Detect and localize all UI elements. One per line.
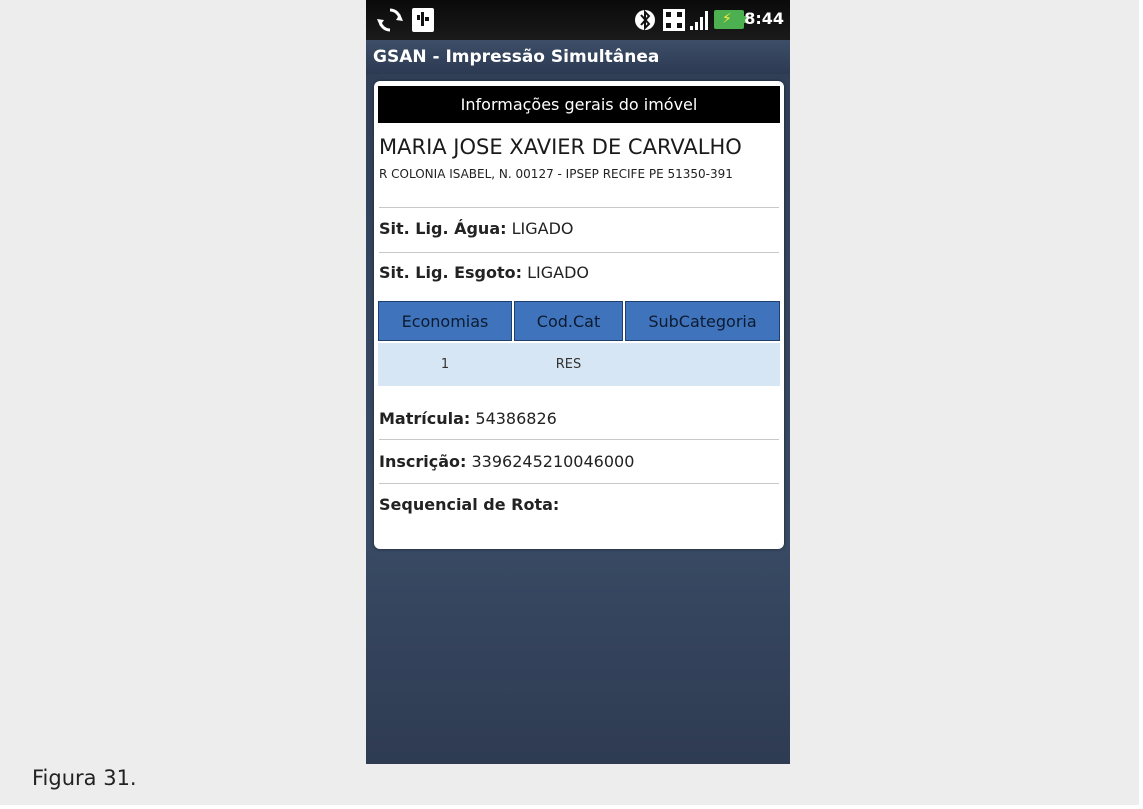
sequencial-rota-label: Sequencial de Rota: xyxy=(379,495,560,514)
address: R COLONIA ISABEL, N. 00127 - IPSEP RECIF… xyxy=(379,167,733,181)
divider xyxy=(379,252,779,253)
matricula-field: Matrícula: 54386826 xyxy=(379,409,557,428)
column-header-economias: Economias xyxy=(378,301,512,341)
signal-icon xyxy=(688,6,716,34)
sequencial-rota-field: Sequencial de Rota: xyxy=(379,495,559,514)
divider xyxy=(379,439,779,440)
inscricao-label: Inscrição: xyxy=(379,452,467,471)
inscricao-value: 3396245210046000 xyxy=(471,452,635,471)
table-row: 1 RES xyxy=(378,343,780,386)
column-header-subcategoria: SubCategoria xyxy=(625,301,780,341)
water-connection-value: LIGADO xyxy=(511,219,574,238)
battery-charging-icon: ⚡ xyxy=(714,10,748,29)
sewer-connection-label: Sit. Lig. Esgoto: xyxy=(379,263,523,282)
card-header: Informações gerais do imóvel xyxy=(378,86,780,123)
cell-cod-cat: RES xyxy=(555,357,582,372)
bluetooth-icon xyxy=(634,6,662,34)
owner-name: MARIA JOSE XAVIER DE CARVALHO xyxy=(379,135,742,159)
usb-icon xyxy=(410,6,438,34)
divider xyxy=(379,483,779,484)
cell-economias: 1 xyxy=(440,357,450,372)
figure-caption: Figura 31. xyxy=(32,766,137,790)
sync-icon xyxy=(376,6,404,34)
sewer-connection-value: LIGADO xyxy=(527,263,590,282)
matricula-label: Matrícula: xyxy=(379,409,471,428)
frame-edge xyxy=(1139,0,1143,809)
water-connection-label: Sit. Lig. Água: xyxy=(379,219,507,238)
keypad-icon xyxy=(662,6,690,34)
status-bar: ⚡ 8:44 xyxy=(366,0,790,40)
status-clock: 8:44 xyxy=(744,9,784,28)
sewer-connection-field: Sit. Lig. Esgoto: LIGADO xyxy=(379,263,589,282)
cell-subcategoria xyxy=(625,343,780,386)
phone-screen: ⚡ 8:44 GSAN - Impressão Simultânea Infor… xyxy=(366,0,790,764)
matricula-value: 54386826 xyxy=(475,409,557,428)
category-table-header: Economias Cod.Cat SubCategoria xyxy=(378,301,780,341)
divider xyxy=(379,207,779,208)
inscricao-field: Inscrição: 3396245210046000 xyxy=(379,452,634,471)
property-info-card: Informações gerais do imóvel MARIA JOSE … xyxy=(374,81,784,549)
frame-edge xyxy=(0,805,1143,809)
app-title: GSAN - Impressão Simultânea xyxy=(366,40,790,74)
water-connection-field: Sit. Lig. Água: LIGADO xyxy=(379,219,574,238)
column-header-cod-cat: Cod.Cat xyxy=(514,301,623,341)
